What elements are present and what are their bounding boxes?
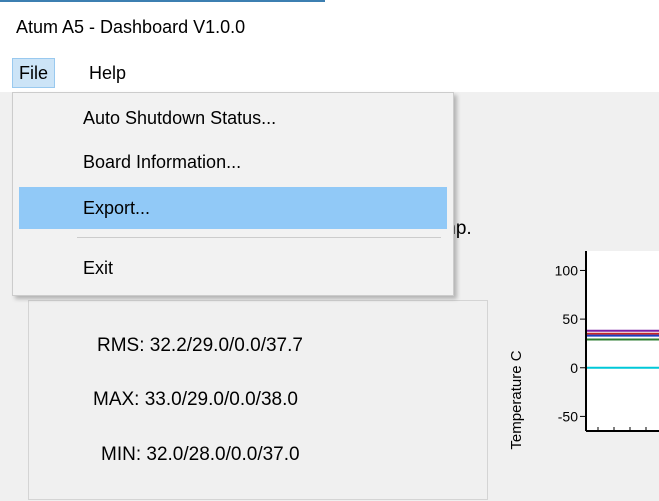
chart-y-tick-label: 0 xyxy=(570,360,578,376)
menu-item-export[interactable]: Export... xyxy=(19,187,447,229)
chart-y-tick-label: 100 xyxy=(555,262,579,278)
chart-plot-area xyxy=(586,251,659,431)
min-label: MIN: xyxy=(101,444,142,465)
chart-ylabel: Temperature C xyxy=(508,350,525,449)
rms-reading: RMS: 32.2/29.0/0.0/37.7 xyxy=(97,335,303,357)
min-reading: MIN: 32.0/28.0/0.0/37.0 xyxy=(101,444,300,466)
menu-separator xyxy=(77,237,441,238)
max-label: MAX: xyxy=(93,389,140,410)
max-reading: MAX: 33.0/29.0/0.0/38.0 xyxy=(93,389,298,411)
menu-item-exit[interactable]: Exit xyxy=(19,247,447,289)
chart-y-tick-label: -50 xyxy=(558,408,578,424)
rms-value: 32.2/29.0/0.0/37.7 xyxy=(149,335,303,356)
title-accent-line xyxy=(0,0,325,2)
temperature-chart: Temperature C 100 50 0 -50 xyxy=(508,251,659,450)
menu-file[interactable]: File xyxy=(12,58,56,88)
max-value: 33.0/29.0/0.0/38.0 xyxy=(144,389,298,410)
rms-label: RMS: xyxy=(97,335,145,356)
menu-bar: File Help xyxy=(0,52,659,92)
menu-item-auto-shutdown-status[interactable]: Auto Shutdown Status... xyxy=(19,97,447,139)
window-title: Atum A5 - Dashboard V1.0.0 xyxy=(16,17,246,37)
min-value: 32.0/28.0/0.0/37.0 xyxy=(146,444,300,465)
menu-item-board-information[interactable]: Board Information... xyxy=(19,141,447,183)
file-menu-dropdown: Auto Shutdown Status... Board Informatio… xyxy=(12,92,454,296)
menu-help[interactable]: Help xyxy=(83,58,132,88)
chart-y-tick-label: 50 xyxy=(562,311,578,327)
title-bar: Atum A5 - Dashboard V1.0.0 xyxy=(0,0,659,52)
